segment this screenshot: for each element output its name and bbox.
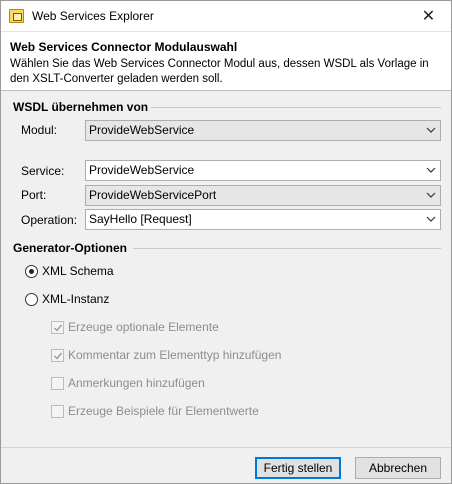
option-label: Kommentar zum Elementtyp hinzufügen xyxy=(68,348,282,362)
option-label: Anmerkungen hinzufügen xyxy=(68,376,205,390)
web-services-explorer-dialog: Web Services Explorer ✕ Web Services Con… xyxy=(0,0,452,484)
close-icon: ✕ xyxy=(421,8,436,25)
header-description: Wählen Sie das Web Services Connector Mo… xyxy=(10,58,429,85)
port-label: Port: xyxy=(21,188,47,202)
radio-xml-instanz-label: XML-Instanz xyxy=(42,292,110,306)
port-select[interactable]: ProvideWebServicePort xyxy=(85,185,441,206)
dialog-header: Web Services Connector Modulauswahl Wähl… xyxy=(1,31,451,91)
close-button[interactable]: ✕ xyxy=(406,1,451,31)
chevron-down-icon xyxy=(426,192,436,198)
finish-button[interactable]: Fertig stellen xyxy=(255,457,341,479)
option-erzeuge-optionale-elemente[interactable]: Erzeuge optionale Elemente xyxy=(51,320,219,334)
chevron-down-icon xyxy=(426,127,436,133)
option-kommentar-elementtyp[interactable]: Kommentar zum Elementtyp hinzufügen xyxy=(51,348,281,362)
option-anmerkungen[interactable]: Anmerkungen hinzufügen xyxy=(51,376,205,390)
service-value: ProvideWebService xyxy=(89,163,195,177)
option-label: Erzeuge optionale Elemente xyxy=(68,320,219,334)
generator-section-divider xyxy=(133,248,441,249)
option-label: Erzeuge Beispiele für Elementwerte xyxy=(68,404,259,418)
wsdl-section-title: WSDL übernehmen von xyxy=(13,100,149,114)
cancel-button[interactable]: Abbrechen xyxy=(355,457,441,479)
service-label: Service: xyxy=(21,164,65,178)
checkbox-unchecked[interactable] xyxy=(51,376,64,390)
radio-xml-schema-label: XML Schema xyxy=(42,264,114,278)
port-value: ProvideWebServicePort xyxy=(89,188,217,202)
title-bar: Web Services Explorer ✕ xyxy=(1,1,451,31)
chevron-down-icon xyxy=(426,167,436,173)
checkmark-icon xyxy=(54,352,63,360)
option-beispiele-elementwerte[interactable]: Erzeuge Beispiele für Elementwerte xyxy=(51,404,259,418)
radio-button-selected[interactable] xyxy=(25,264,38,278)
modul-select[interactable]: ProvideWebService xyxy=(85,120,441,141)
chevron-down-icon xyxy=(426,216,436,222)
checkbox-checked[interactable] xyxy=(51,320,64,334)
radio-xml-schema[interactable]: XML Schema xyxy=(25,264,114,278)
operation-value: SayHello [Request] xyxy=(89,212,192,226)
operation-select[interactable]: SayHello [Request] xyxy=(85,209,441,230)
modul-value: ProvideWebService xyxy=(89,123,195,137)
footer-divider xyxy=(1,447,451,448)
generator-section-title: Generator-Optionen xyxy=(13,241,128,255)
radio-xml-instanz[interactable]: XML-Instanz xyxy=(25,292,109,306)
checkbox-unchecked[interactable] xyxy=(51,404,64,418)
service-select[interactable]: ProvideWebService xyxy=(85,160,441,181)
checkmark-icon xyxy=(54,324,63,332)
web-services-app-icon xyxy=(9,9,24,23)
checkbox-checked[interactable] xyxy=(51,348,64,362)
wsdl-section-divider xyxy=(151,107,441,108)
radio-button[interactable] xyxy=(25,292,38,306)
modul-label: Modul: xyxy=(21,123,58,137)
header-title: Web Services Connector Modulauswahl xyxy=(10,40,238,54)
operation-label: Operation: xyxy=(21,213,78,227)
window-title: Web Services Explorer xyxy=(32,9,154,23)
